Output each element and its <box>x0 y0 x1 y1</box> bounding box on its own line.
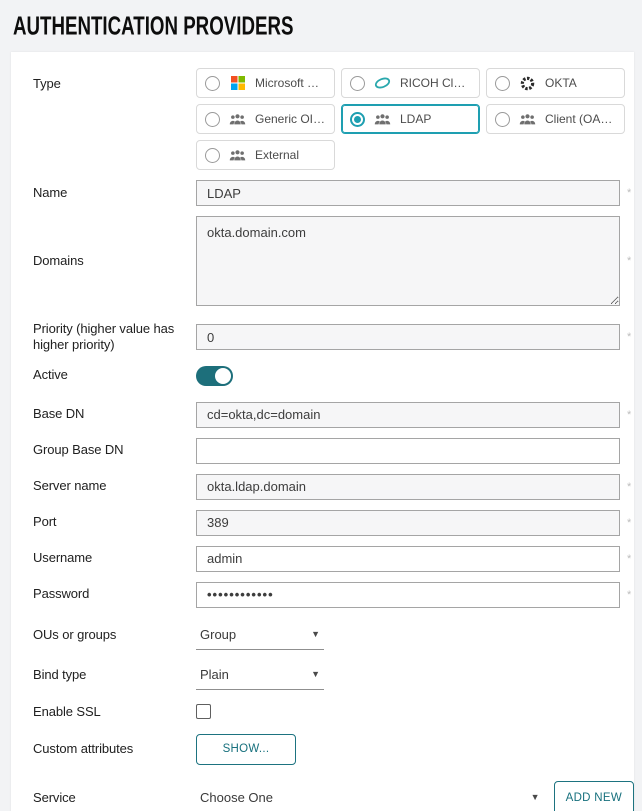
username-input[interactable] <box>196 546 620 572</box>
ous-or-groups-selected-value: Group <box>200 627 236 642</box>
active-toggle[interactable] <box>196 366 233 386</box>
group-base-dn-row: Group Base DN <box>33 438 634 464</box>
radio-icon[interactable] <box>205 148 220 163</box>
type-option-label: External <box>255 148 299 162</box>
microsoft-logo-icon <box>229 75 246 91</box>
type-option-label: Generic OIDC <box>255 112 326 126</box>
custom-attributes-row: Custom attributes SHOW... <box>33 734 634 765</box>
type-option-okta[interactable]: OKTA <box>486 68 625 98</box>
group-base-dn-label: Group Base DN <box>33 442 196 458</box>
name-input[interactable] <box>196 180 620 206</box>
base-dn-label: Base DN <box>33 406 196 422</box>
required-asterisk: * <box>627 255 635 267</box>
type-options-grid: Microsoft Entra ID RICOH CloudStream OKT… <box>196 68 625 170</box>
type-option-label: RICOH CloudStream <box>400 76 471 90</box>
users-icon <box>374 111 391 127</box>
service-row: Service Choose One ▼ ADD NEW <box>33 781 634 811</box>
base-dn-input[interactable] <box>196 402 620 428</box>
server-name-row: Server name * <box>33 474 634 500</box>
dropdown-arrow-icon: ▼ <box>311 629 320 639</box>
type-option-label: Client (OAuth2) <box>545 112 616 126</box>
required-asterisk: * <box>627 517 635 529</box>
priority-row: Priority (higher value has higher priori… <box>33 321 634 354</box>
radio-icon[interactable] <box>205 112 220 127</box>
auth-provider-form-panel: Type Microsoft Entra ID RICOH CloudStrea… <box>11 52 634 811</box>
type-option-label: LDAP <box>400 112 431 126</box>
password-row: Password * <box>33 582 634 608</box>
port-label: Port <box>33 514 196 530</box>
type-label: Type <box>33 68 196 92</box>
password-label: Password <box>33 586 196 602</box>
users-icon <box>229 147 246 163</box>
required-asterisk: * <box>627 481 635 493</box>
bind-type-row: Bind type Plain ▼ <box>33 662 634 690</box>
service-select[interactable]: Choose One ▼ <box>196 785 544 811</box>
enable-ssl-checkbox[interactable] <box>196 704 211 719</box>
ous-or-groups-row: OUs or groups Group ▼ <box>33 622 634 650</box>
type-option-label: Microsoft Entra ID <box>255 76 326 90</box>
priority-input[interactable] <box>196 324 620 350</box>
bind-type-select[interactable]: Plain ▼ <box>196 662 324 690</box>
base-dn-row: Base DN * <box>33 402 634 428</box>
required-asterisk: * <box>627 409 635 421</box>
dropdown-arrow-icon: ▼ <box>311 669 320 679</box>
toggle-knob <box>215 368 231 384</box>
group-base-dn-input[interactable] <box>196 438 620 464</box>
required-asterisk: * <box>627 331 635 343</box>
bind-type-label: Bind type <box>33 667 196 683</box>
users-icon <box>519 111 536 127</box>
dropdown-arrow-icon: ▼ <box>531 792 540 802</box>
required-asterisk: * <box>627 553 635 565</box>
domains-textarea[interactable]: okta.domain.com <box>196 216 620 306</box>
domains-label: Domains <box>33 253 196 269</box>
server-name-label: Server name <box>33 478 196 494</box>
required-asterisk: * <box>627 589 635 601</box>
active-row: Active <box>33 366 634 386</box>
type-option-ldap[interactable]: LDAP <box>341 104 480 134</box>
radio-icon[interactable] <box>495 112 510 127</box>
add-new-service-button[interactable]: ADD NEW <box>554 781 634 811</box>
type-option-external[interactable]: External <box>196 140 335 170</box>
type-row: Type Microsoft Entra ID RICOH CloudStrea… <box>33 68 634 170</box>
users-icon <box>229 111 246 127</box>
okta-logo-icon <box>519 75 536 91</box>
radio-icon[interactable] <box>495 76 510 91</box>
enable-ssl-label: Enable SSL <box>33 704 196 720</box>
type-option-label: OKTA <box>545 76 577 90</box>
radio-icon[interactable] <box>205 76 220 91</box>
enable-ssl-row: Enable SSL <box>33 704 634 720</box>
username-label: Username <box>33 550 196 566</box>
active-label: Active <box>33 367 196 383</box>
required-asterisk: * <box>627 187 635 199</box>
show-custom-attributes-button[interactable]: SHOW... <box>196 734 296 765</box>
service-label: Service <box>33 781 196 806</box>
priority-label: Priority (higher value has higher priori… <box>33 321 196 354</box>
radio-icon[interactable] <box>350 76 365 91</box>
port-row: Port * <box>33 510 634 536</box>
domains-row: Domains okta.domain.com * <box>33 216 634 306</box>
type-option-ricoh-cloudstream[interactable]: RICOH CloudStream <box>341 68 480 98</box>
service-selected-value: Choose One <box>200 790 273 805</box>
ous-or-groups-select[interactable]: Group ▼ <box>196 622 324 650</box>
page-title: AUTHENTICATION PROVIDERS <box>13 12 504 42</box>
custom-attributes-label: Custom attributes <box>33 741 196 757</box>
server-name-input[interactable] <box>196 474 620 500</box>
ous-or-groups-label: OUs or groups <box>33 627 196 643</box>
radio-icon-selected[interactable] <box>350 112 365 127</box>
cloudstream-logo-icon <box>374 75 391 91</box>
type-option-client-oauth2[interactable]: Client (OAuth2) <box>486 104 625 134</box>
type-option-microsoft-entra-id[interactable]: Microsoft Entra ID <box>196 68 335 98</box>
name-label: Name <box>33 185 196 201</box>
password-input[interactable] <box>196 582 620 608</box>
username-row: Username * <box>33 546 634 572</box>
type-option-generic-oidc[interactable]: Generic OIDC <box>196 104 335 134</box>
bind-type-selected-value: Plain <box>200 667 229 682</box>
name-row: Name * <box>33 180 634 206</box>
port-input[interactable] <box>196 510 620 536</box>
